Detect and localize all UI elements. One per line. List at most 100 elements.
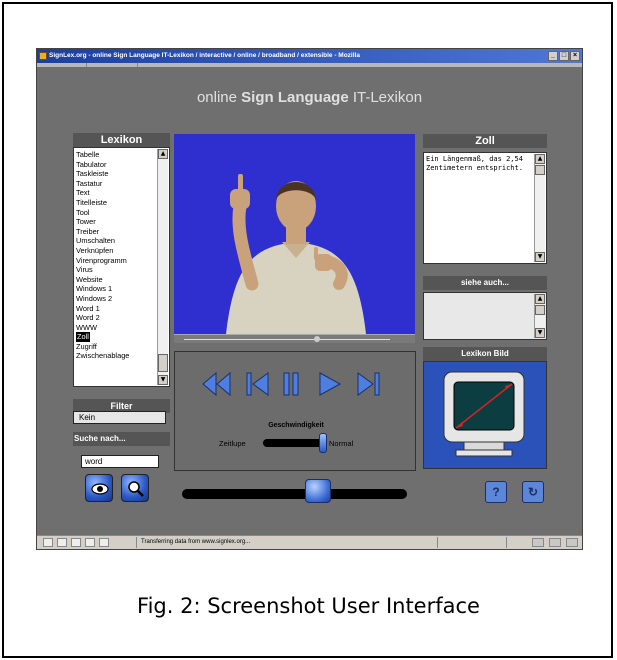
see-also-list[interactable]: ▲ ▼ bbox=[423, 292, 547, 340]
close-button[interactable]: × bbox=[570, 51, 580, 61]
playback-controls: Geschwindigkeit Zeitlupe Normal bbox=[174, 351, 416, 471]
pause-icon[interactable] bbox=[281, 370, 301, 398]
lexikon-item[interactable]: Word 2 bbox=[76, 313, 154, 323]
lexikon-item-label: Titelleiste bbox=[76, 197, 107, 207]
scroll-thumb[interactable] bbox=[535, 165, 545, 175]
lexikon-item-label: Verknüpfen bbox=[76, 245, 114, 255]
video-track bbox=[184, 339, 390, 340]
scroll-thumb[interactable] bbox=[535, 305, 545, 315]
lexikon-scrollbar[interactable]: ▲ ▼ bbox=[157, 149, 168, 385]
rewind-icon[interactable] bbox=[201, 370, 233, 398]
next-icon[interactable] bbox=[355, 370, 381, 398]
lexikon-item-label: Windows 2 bbox=[76, 293, 113, 303]
scroll-up-button[interactable]: ▲ bbox=[535, 294, 545, 304]
lexikon-item[interactable]: WWW bbox=[76, 323, 154, 333]
show-sign-button[interactable] bbox=[85, 474, 113, 502]
lexikon-item[interactable]: Zoll bbox=[76, 332, 154, 342]
browser-window: SignLex.org - online Sign Language IT-Le… bbox=[36, 48, 583, 550]
speed-min-label: Zeitlupe bbox=[219, 439, 246, 448]
scroll-down-button[interactable]: ▼ bbox=[535, 328, 545, 338]
previous-icon[interactable] bbox=[245, 370, 271, 398]
definition-scrollbar[interactable]: ▲ ▼ bbox=[534, 154, 545, 262]
lexikon-item[interactable]: Umschalten bbox=[76, 236, 154, 246]
lexikon-item[interactable]: Windows 1 bbox=[76, 284, 154, 294]
status-icons bbox=[43, 538, 109, 547]
lexikon-image bbox=[423, 361, 547, 469]
scroll-up-button[interactable]: ▲ bbox=[158, 149, 168, 159]
lexikon-item-label: Tabulator bbox=[76, 159, 107, 169]
video-position-knob[interactable] bbox=[314, 336, 320, 342]
search-button[interactable] bbox=[121, 474, 149, 502]
lexikon-item[interactable]: Taskleiste bbox=[76, 169, 154, 179]
search-input[interactable]: word bbox=[81, 455, 159, 468]
back-button[interactable]: ↻ bbox=[522, 481, 544, 503]
lexikon-item-label: Zugriff bbox=[76, 341, 97, 351]
lexikon-item-label: Treiber bbox=[76, 226, 100, 236]
search-label: Suche nach... bbox=[73, 432, 170, 446]
video-progress-bar[interactable] bbox=[174, 334, 415, 343]
lexikon-item[interactable]: Zugriff bbox=[76, 342, 154, 352]
lexikon-item-label: Virus bbox=[76, 265, 93, 275]
sign-video[interactable] bbox=[174, 134, 415, 334]
lexikon-item[interactable]: Text bbox=[76, 188, 154, 198]
navigator-icon[interactable] bbox=[43, 538, 53, 547]
back-icon: ↻ bbox=[527, 485, 539, 499]
scroll-up-button[interactable]: ▲ bbox=[535, 154, 545, 164]
composer-icon[interactable] bbox=[71, 538, 81, 547]
lexikon-item[interactable]: Tabelle bbox=[76, 150, 154, 160]
lexikon-item[interactable]: Virus bbox=[76, 265, 154, 275]
see-also-title: siehe auch... bbox=[423, 276, 547, 290]
definition-box: Ein Längenmaß, das 2,54 Zentimetern ents… bbox=[423, 152, 547, 264]
chat-icon[interactable] bbox=[99, 538, 109, 547]
address-book-icon[interactable] bbox=[85, 538, 95, 547]
lexikon-item[interactable]: Tabulator bbox=[76, 160, 154, 170]
lexikon-item-label: Windows 1 bbox=[76, 284, 113, 294]
lexikon-item[interactable]: Virenprogramm bbox=[76, 256, 154, 266]
status-progress bbox=[437, 537, 507, 548]
tab[interactable] bbox=[88, 63, 138, 67]
popup-icon bbox=[566, 538, 578, 547]
minimize-button[interactable]: _ bbox=[548, 51, 558, 61]
scroll-thumb[interactable] bbox=[158, 354, 168, 372]
search-icon bbox=[128, 481, 144, 497]
lexikon-item[interactable]: Windows 2 bbox=[76, 294, 154, 304]
monitor-illustration bbox=[443, 371, 525, 457]
maximize-button[interactable]: □ bbox=[559, 51, 569, 61]
eye-icon bbox=[91, 483, 109, 495]
lexikon-item-label: Word 1 bbox=[76, 303, 100, 313]
scroll-down-button[interactable]: ▼ bbox=[535, 252, 545, 262]
volume-slider-thumb[interactable] bbox=[305, 479, 331, 503]
lexikon-item[interactable]: Word 1 bbox=[76, 304, 154, 314]
definition-text: Ein Längenmaß, das 2,54 Zentimetern ents… bbox=[426, 155, 523, 173]
security-icon bbox=[549, 538, 561, 547]
lexikon-item-label: Zwischenablage bbox=[76, 351, 130, 361]
help-button[interactable]: ? bbox=[485, 481, 507, 503]
lexikon-item[interactable]: Tower bbox=[76, 217, 154, 227]
scroll-down-button[interactable]: ▼ bbox=[158, 375, 168, 385]
volume-slider-track[interactable] bbox=[182, 489, 407, 499]
lexikon-list[interactable]: Tabelle Tabulator Taskleiste Tastatur Text Ti… bbox=[73, 147, 170, 387]
filter-field[interactable]: Kein bbox=[73, 411, 166, 424]
speed-max-label: Normal bbox=[329, 439, 354, 448]
tab[interactable] bbox=[37, 63, 87, 67]
play-icon[interactable] bbox=[317, 370, 343, 398]
lexikon-item-label: Text bbox=[76, 188, 90, 198]
mail-icon[interactable] bbox=[57, 538, 67, 547]
connection-icon bbox=[532, 538, 544, 547]
status-text: Transferring data from www.signlex.org..… bbox=[136, 537, 436, 548]
lexikon-item[interactable]: Tastatur bbox=[76, 179, 154, 189]
lexikon-item[interactable]: Tool bbox=[76, 208, 154, 218]
lexikon-item[interactable]: Verknüpfen bbox=[76, 246, 154, 256]
window-title: SignLex.org - online Sign Language IT-Le… bbox=[49, 52, 360, 59]
lexikon-item[interactable]: Titelleiste bbox=[76, 198, 154, 208]
see-also-scrollbar[interactable]: ▲ ▼ bbox=[534, 294, 545, 338]
help-icon: ? bbox=[492, 485, 500, 499]
speed-label: Geschwindigkeit bbox=[268, 422, 324, 429]
status-right-icons bbox=[532, 538, 578, 547]
speed-slider-track[interactable] bbox=[263, 439, 327, 447]
lexikon-item[interactable]: Website bbox=[76, 275, 154, 285]
lexikon-item[interactable]: Zwischenablage bbox=[76, 351, 154, 361]
lexikon-item[interactable]: Treiber bbox=[76, 227, 154, 237]
speed-slider-thumb[interactable] bbox=[319, 433, 327, 453]
window-controls: _ □ × bbox=[548, 51, 580, 61]
